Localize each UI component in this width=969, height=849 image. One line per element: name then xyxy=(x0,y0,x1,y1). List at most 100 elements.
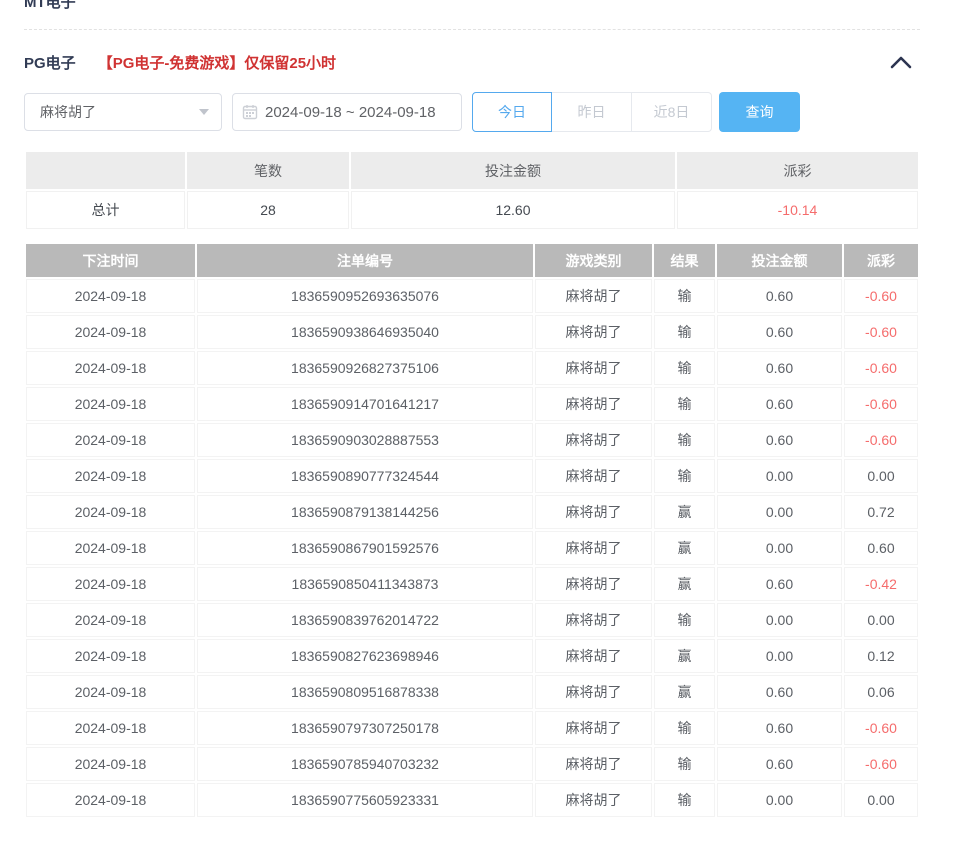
summary-total-label: 总计 xyxy=(26,191,185,229)
summary-header-payout: 派彩 xyxy=(677,152,918,189)
order-number-cell: 1836590839762014722 xyxy=(197,603,533,637)
bet-amount-cell: 0.60 xyxy=(717,387,842,421)
table-row: 2024-09-181836590775605923331麻将胡了输0.000.… xyxy=(26,783,918,817)
game-category-cell: 麻将胡了 xyxy=(535,567,652,601)
bet-time-cell: 2024-09-18 xyxy=(26,711,195,745)
column-header-result: 结果 xyxy=(654,244,715,277)
order-number-cell: 1836590903028887553 xyxy=(197,423,533,457)
game-category-cell: 麻将胡了 xyxy=(535,711,652,745)
payout-cell: -0.60 xyxy=(844,747,918,781)
date-range-input[interactable]: 2024-09-18 ~ 2024-09-18 xyxy=(232,93,462,131)
table-row: 2024-09-181836590809516878338麻将胡了赢0.600.… xyxy=(26,675,918,709)
bet-time-cell: 2024-09-18 xyxy=(26,675,195,709)
order-number-cell: 1836590867901592576 xyxy=(197,531,533,565)
chevron-up-icon[interactable] xyxy=(890,56,912,69)
page: MT电子 PG电子 【PG电子-免费游戏】仅保留25小时 麻将胡了 xyxy=(0,0,969,849)
preset-today-button[interactable]: 今日 xyxy=(472,92,552,132)
payout-cell: 0.72 xyxy=(844,495,918,529)
summary-bet-amount-value: 12.60 xyxy=(351,191,675,229)
table-row: 2024-09-181836590839762014722麻将胡了输0.000.… xyxy=(26,603,918,637)
preset-last8days-button[interactable]: 近8日 xyxy=(632,92,712,132)
order-number-cell: 1836590809516878338 xyxy=(197,675,533,709)
table-row: 2024-09-181836590952693635076麻将胡了输0.60-0… xyxy=(26,279,918,313)
order-number-cell: 1836590879138144256 xyxy=(197,495,533,529)
game-category-cell: 麻将胡了 xyxy=(535,495,652,529)
game-category-cell: 麻将胡了 xyxy=(535,315,652,349)
game-category-cell: 麻将胡了 xyxy=(535,639,652,673)
bet-amount-cell: 0.60 xyxy=(717,675,842,709)
bet-amount-cell: 0.60 xyxy=(717,279,842,313)
payout-cell: 0.60 xyxy=(844,531,918,565)
result-cell: 输 xyxy=(654,459,715,493)
bet-time-cell: 2024-09-18 xyxy=(26,531,195,565)
game-select[interactable]: 麻将胡了 xyxy=(24,93,222,131)
order-number-cell: 1836590797307250178 xyxy=(197,711,533,745)
result-cell: 输 xyxy=(654,603,715,637)
payout-cell: -0.60 xyxy=(844,315,918,349)
caret-down-icon xyxy=(199,109,209,115)
bet-amount-cell: 0.00 xyxy=(717,639,842,673)
game-category-cell: 麻将胡了 xyxy=(535,459,652,493)
payout-cell: 0.00 xyxy=(844,603,918,637)
section-header: PG电子 【PG电子-免费游戏】仅保留25小时 xyxy=(24,51,920,73)
bet-time-cell: 2024-09-18 xyxy=(26,495,195,529)
preset-yesterday-button[interactable]: 昨日 xyxy=(552,92,632,132)
bet-amount-cell: 0.60 xyxy=(717,423,842,457)
game-category-cell: 麻将胡了 xyxy=(535,603,652,637)
result-cell: 赢 xyxy=(654,495,715,529)
column-header-game-category: 游戏类别 xyxy=(535,244,652,277)
prev-section-title: MT电子 xyxy=(24,0,920,11)
result-cell: 输 xyxy=(654,351,715,385)
summary-total-row: 总计 28 12.60 -10.14 xyxy=(26,191,918,229)
result-cell: 输 xyxy=(654,711,715,745)
result-cell: 赢 xyxy=(654,567,715,601)
bet-time-cell: 2024-09-18 xyxy=(26,315,195,349)
calendar-icon xyxy=(242,104,258,120)
summary-table: 笔数 投注金额 派彩 总计 28 12.60 -10.14 xyxy=(24,150,920,231)
game-category-cell: 麻将胡了 xyxy=(535,747,652,781)
table-row: 2024-09-181836590827623698946麻将胡了赢0.000.… xyxy=(26,639,918,673)
section-divider xyxy=(24,29,920,30)
order-number-cell: 1836590952693635076 xyxy=(197,279,533,313)
game-category-cell: 麻将胡了 xyxy=(535,675,652,709)
bet-time-cell: 2024-09-18 xyxy=(26,639,195,673)
bet-time-cell: 2024-09-18 xyxy=(26,603,195,637)
payout-cell: 0.00 xyxy=(844,783,918,817)
bet-amount-cell: 0.00 xyxy=(717,459,842,493)
result-cell: 输 xyxy=(654,279,715,313)
bet-amount-cell: 0.60 xyxy=(717,351,842,385)
bet-amount-cell: 0.60 xyxy=(717,567,842,601)
table-row: 2024-09-181836590850411343873麻将胡了赢0.60-0… xyxy=(26,567,918,601)
payout-cell: -0.60 xyxy=(844,351,918,385)
date-preset-group: 今日 昨日 近8日 xyxy=(472,92,712,132)
result-cell: 输 xyxy=(654,315,715,349)
bet-amount-cell: 0.00 xyxy=(717,531,842,565)
order-number-cell: 1836590775605923331 xyxy=(197,783,533,817)
filter-bar: 麻将胡了 2024-09-18 ~ 2024-09-18 xyxy=(24,93,920,131)
result-cell: 输 xyxy=(654,423,715,457)
table-row: 2024-09-181836590938646935040麻将胡了输0.60-0… xyxy=(26,315,918,349)
payout-cell: -0.60 xyxy=(844,711,918,745)
game-category-cell: 麻将胡了 xyxy=(535,279,652,313)
table-row: 2024-09-181836590903028887553麻将胡了输0.60-0… xyxy=(26,423,918,457)
bet-time-cell: 2024-09-18 xyxy=(26,387,195,421)
column-header-bet-time: 下注时间 xyxy=(26,244,195,277)
section-title: PG电子 xyxy=(24,52,76,73)
summary-count-value: 28 xyxy=(187,191,349,229)
bets-table: 下注时间注单编号游戏类别结果投注金额派彩 2024-09-18183659095… xyxy=(24,242,920,819)
payout-cell: 0.00 xyxy=(844,459,918,493)
game-select-value: 麻将胡了 xyxy=(40,102,96,122)
table-row: 2024-09-181836590797307250178麻将胡了输0.60-0… xyxy=(26,711,918,745)
game-category-cell: 麻将胡了 xyxy=(535,387,652,421)
bet-amount-cell: 0.00 xyxy=(717,603,842,637)
bet-amount-cell: 0.60 xyxy=(717,747,842,781)
summary-header-bet-amount: 投注金额 xyxy=(351,152,675,189)
date-range-value: 2024-09-18 ~ 2024-09-18 xyxy=(265,104,436,121)
result-cell: 输 xyxy=(654,747,715,781)
result-cell: 赢 xyxy=(654,675,715,709)
bet-amount-cell: 0.00 xyxy=(717,783,842,817)
summary-header-row: 笔数 投注金额 派彩 xyxy=(26,152,918,189)
payout-cell: -0.42 xyxy=(844,567,918,601)
result-cell: 赢 xyxy=(654,639,715,673)
search-button[interactable]: 查询 xyxy=(719,92,800,132)
